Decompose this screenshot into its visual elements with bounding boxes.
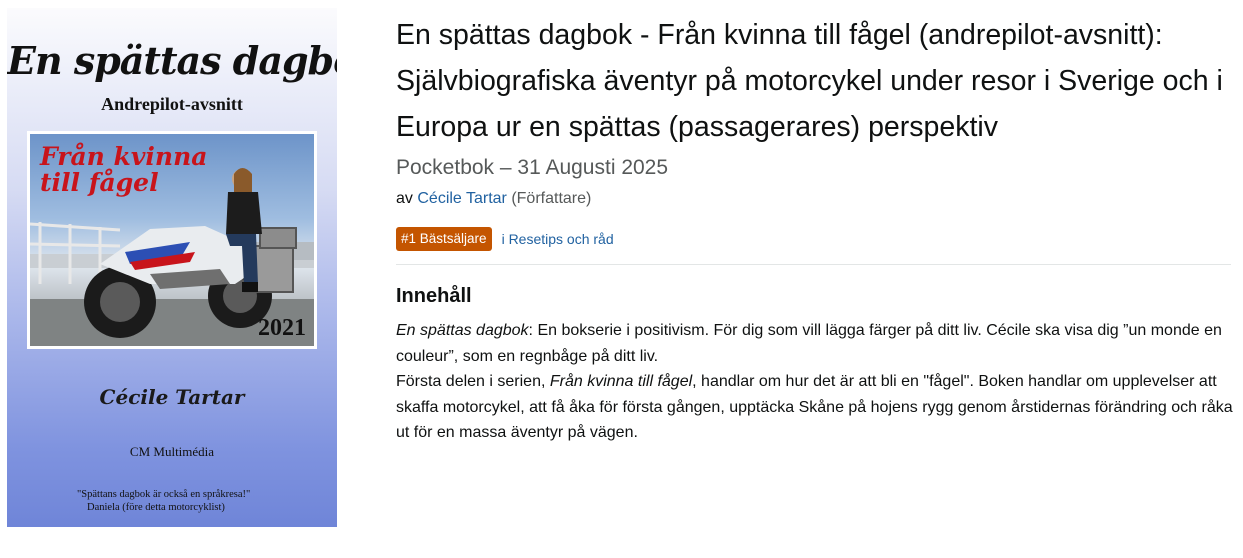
book-part-title: Från kvinna till fågel	[549, 373, 693, 390]
author-role: (Författare)	[511, 190, 592, 207]
author-link[interactable]: Cécile Tartar	[417, 190, 507, 207]
format-and-date: Pocketbok – 31 Augusti 2025	[396, 156, 669, 179]
bestseller-badge[interactable]: #1 Bästsäljare	[396, 227, 492, 251]
series-title: En spättas dagbok	[396, 322, 529, 339]
content-heading: Innehåll	[396, 285, 472, 307]
cover-photo-title-line1: Från kvinna	[40, 142, 208, 171]
description-paragraph-1: En spättas dagbok: En bokserie i positiv…	[396, 318, 1236, 369]
cover-year: 2021	[258, 315, 306, 341]
byline: av Cécile Tartar (Författare)	[396, 190, 591, 208]
book-cover-image[interactable]: En spättas dagbok Andrepilot-avsnitt	[7, 8, 337, 527]
description-text-2a: Första delen i serien,	[396, 373, 550, 390]
book-description: En spättas dagbok: En bokserie i positiv…	[396, 318, 1236, 446]
cover-quote: "Spättans dagbok är också en språkresa!"…	[77, 488, 317, 514]
cover-title: En spättas dagbok	[7, 38, 337, 83]
cover-quote-text: "Spättans dagbok är också en språkresa!"	[77, 489, 251, 500]
cover-photo-title-line2: till fågel	[40, 168, 159, 197]
bestseller-row: #1 Bästsäljare i Resetips och råd	[396, 227, 614, 251]
cover-subtitle: Andrepilot-avsnitt	[101, 94, 243, 114]
cover-publisher: CM Multimédia	[129, 444, 215, 459]
divider	[396, 264, 1231, 265]
byline-prefix: av	[396, 190, 413, 207]
cover-photo-title: Från kvinna till fågel	[40, 144, 220, 196]
cover-quote-attribution: Daniela (före detta motorcyklist)	[87, 502, 225, 513]
cover-author: Cécile Tartar	[99, 385, 245, 409]
cover-photo: Från kvinna till fågel 2021	[27, 131, 317, 349]
bestseller-category-link[interactable]: i Resetips och råd	[502, 231, 614, 247]
product-title: En spättas dagbok - Från kvinna till fåg…	[396, 19, 1223, 143]
description-paragraph-2: Första delen i serien, Från kvinna till …	[396, 369, 1236, 446]
